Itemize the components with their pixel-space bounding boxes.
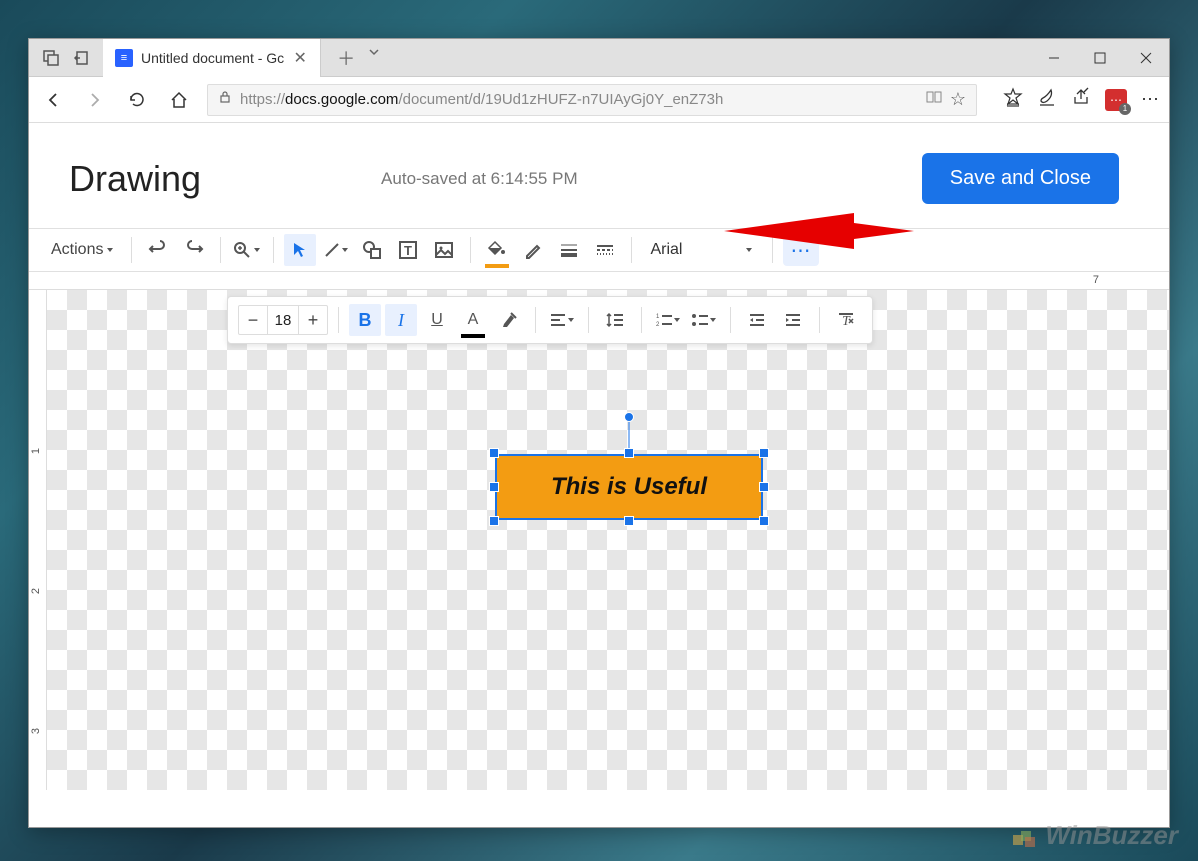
drawing-dialog-header: Drawing Auto-saved at 6:14:55 PM Save an…	[29, 123, 1169, 228]
drawing-canvas[interactable]: − + B I U A 12	[47, 290, 1169, 790]
svg-text:1: 1	[656, 314, 660, 320]
share-icon[interactable]	[1071, 87, 1091, 112]
minimize-button[interactable]	[1031, 39, 1077, 77]
tab-title: Untitled document - Gc	[141, 50, 284, 66]
watermark-logo-icon	[1009, 821, 1039, 851]
new-tab-icon[interactable]: ＋	[337, 45, 355, 71]
favorite-star-icon[interactable]: ☆	[950, 89, 966, 110]
svg-text:2: 2	[656, 322, 660, 328]
url-text: https://docs.google.com/document/d/19Ud1…	[240, 91, 918, 108]
text-format-toolbar: − + B I U A 12	[227, 296, 873, 344]
resize-handle-nw[interactable]	[489, 448, 499, 458]
indent-decrease-icon[interactable]	[741, 304, 773, 336]
extension-icon[interactable]: ⋯1	[1105, 89, 1127, 111]
line-spacing-icon[interactable]	[599, 304, 631, 336]
address-bar[interactable]: https://docs.google.com/document/d/19Ud1…	[207, 84, 977, 116]
horizontal-ruler: 7	[29, 272, 1169, 290]
zoom-icon[interactable]	[231, 234, 263, 266]
extension-badge: 1	[1119, 103, 1131, 115]
reading-view-icon[interactable]	[926, 89, 942, 110]
fill-color-icon[interactable]	[481, 234, 513, 266]
titlebar: ≡ Untitled document - Gc ✕ ＋	[29, 39, 1169, 77]
browser-window: ≡ Untitled document - Gc ✕ ＋ https://doc…	[28, 38, 1170, 828]
font-size-decrease[interactable]: −	[239, 306, 267, 334]
vertical-ruler: 1 2 3	[29, 290, 47, 790]
nav-right-group: ⋯1 ⋯	[1003, 87, 1159, 112]
save-and-close-button[interactable]: Save and Close	[922, 153, 1119, 204]
rotate-handle[interactable]	[624, 412, 634, 422]
select-tool-icon[interactable]	[284, 234, 316, 266]
font-size-input[interactable]	[267, 306, 299, 334]
canvas-area: 1 2 3 − + B I U A	[29, 290, 1169, 790]
maximize-button[interactable]	[1077, 39, 1123, 77]
actions-menu[interactable]: Actions	[45, 237, 121, 263]
forward-icon[interactable]	[81, 86, 109, 114]
docs-favicon: ≡	[115, 49, 133, 67]
dialog-title: Drawing	[69, 158, 201, 200]
textbox-tool-icon[interactable]: T	[392, 234, 424, 266]
set-aside-icon[interactable]	[69, 46, 93, 70]
window-controls	[1031, 39, 1169, 77]
autosave-status: Auto-saved at 6:14:55 PM	[381, 169, 578, 189]
underline-icon[interactable]: U	[421, 304, 453, 336]
shape-tool-icon[interactable]	[356, 234, 388, 266]
resize-handle-sw[interactable]	[489, 516, 499, 526]
textbox-fill[interactable]: This is Useful	[495, 454, 763, 520]
align-icon[interactable]	[546, 304, 578, 336]
border-dash-icon[interactable]	[589, 234, 621, 266]
notes-icon[interactable]	[1037, 87, 1057, 112]
tab-chevron-icon[interactable]	[367, 45, 381, 71]
undo-icon[interactable]	[142, 234, 174, 266]
lock-icon	[218, 90, 232, 109]
watermark: WinBuzzer	[1009, 820, 1178, 851]
tab-actions-icon[interactable]	[39, 46, 63, 70]
resize-handle-e[interactable]	[759, 482, 769, 492]
browser-navbar: https://docs.google.com/document/d/19Ud1…	[29, 77, 1169, 123]
tab-close-icon[interactable]: ✕	[292, 50, 308, 66]
numbered-list-icon[interactable]: 12	[652, 304, 684, 336]
refresh-icon[interactable]	[123, 86, 151, 114]
menu-dots-icon[interactable]: ⋯	[1141, 89, 1159, 110]
text-color-icon[interactable]: A	[457, 304, 489, 336]
titlebar-left-icons	[29, 46, 103, 70]
home-icon[interactable]	[165, 86, 193, 114]
textbox-shape[interactable]: This is Useful	[489, 448, 769, 526]
browser-tab[interactable]: ≡ Untitled document - Gc ✕	[103, 39, 321, 77]
border-color-icon[interactable]	[517, 234, 549, 266]
resize-handle-ne[interactable]	[759, 448, 769, 458]
textbox-text[interactable]: This is Useful	[551, 473, 707, 501]
indent-increase-icon[interactable]	[777, 304, 809, 336]
close-button[interactable]	[1123, 39, 1169, 77]
highlight-icon[interactable]	[493, 304, 525, 336]
clear-format-icon[interactable]: T	[830, 304, 862, 336]
annotation-arrow	[724, 203, 914, 259]
tab-actions-group: ＋	[321, 45, 381, 71]
image-tool-icon[interactable]	[428, 234, 460, 266]
redo-icon[interactable]	[178, 234, 210, 266]
italic-icon[interactable]: I	[385, 304, 417, 336]
border-weight-icon[interactable]	[553, 234, 585, 266]
back-icon[interactable]	[39, 86, 67, 114]
bold-icon[interactable]: B	[349, 304, 381, 336]
font-size-increase[interactable]: +	[299, 306, 327, 334]
resize-handle-w[interactable]	[489, 482, 499, 492]
resize-handle-n[interactable]	[624, 448, 634, 458]
favorites-icon[interactable]	[1003, 87, 1023, 112]
bulleted-list-icon[interactable]	[688, 304, 720, 336]
font-size-stepper: − +	[238, 305, 328, 335]
line-tool-icon[interactable]	[320, 234, 352, 266]
rotate-line	[629, 418, 630, 448]
resize-handle-se[interactable]	[759, 516, 769, 526]
resize-handle-s[interactable]	[624, 516, 634, 526]
drawing-toolbar: Actions T Arial ⋯	[29, 228, 1169, 272]
svg-text:T: T	[404, 243, 412, 258]
